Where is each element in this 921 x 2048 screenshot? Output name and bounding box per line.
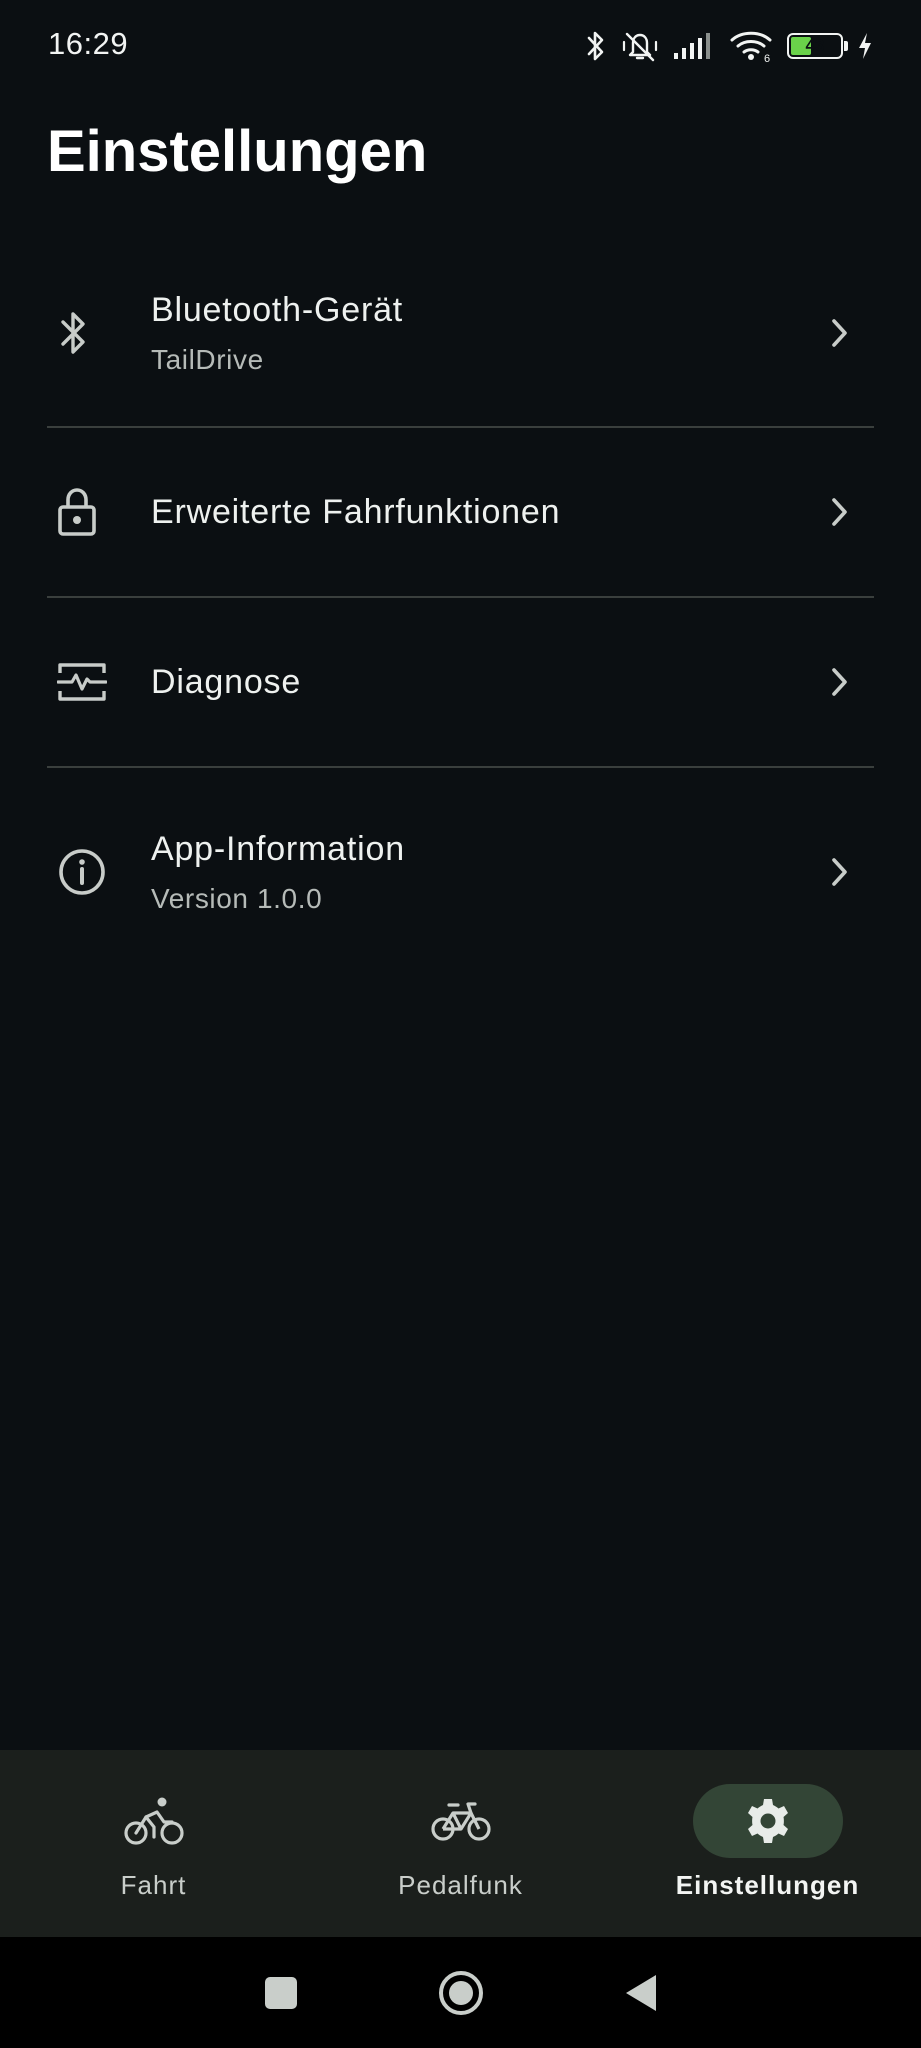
status-time: 16:29 [48,26,129,61]
page-title: Einstellungen [47,119,428,184]
back-triangle-icon [625,1974,656,2011]
wifi-icon: 6 [729,29,773,63]
signal-icon [673,31,715,61]
chevron-right-icon [810,496,870,528]
settings-item-subtitle: TailDrive [151,343,264,375]
home-circle-icon [438,1970,483,2015]
lock-icon [47,487,121,537]
settings-item-title: Bluetooth-Gerät [151,290,404,329]
diagnose-icon [47,661,121,703]
settings-item-title: App-Information [151,829,405,868]
chevron-right-icon [810,317,870,349]
battery-icon: 43 [787,33,848,59]
bluetooth-icon [47,308,121,358]
battery-tip [844,41,848,51]
vibrate-mute-icon [621,30,659,62]
status-icons: 6 43 [585,26,873,66]
settings-item-bluetooth-device[interactable]: Bluetooth-Gerät TailDrive [47,240,874,426]
settings-item-text: Bluetooth-Gerät TailDrive [121,291,810,376]
settings-item-text: Diagnose [121,663,810,702]
settings-item-diagnose[interactable]: Diagnose [47,598,874,766]
square-icon [264,1976,297,2009]
settings-item-subtitle: Version 1.0.0 [151,882,323,914]
settings-item-text: App-Information Version 1.0.0 [121,830,810,915]
status-bar: 16:29 6 43 [0,0,921,90]
bicycle-icon [386,1784,536,1858]
home-button[interactable] [431,1963,491,2023]
nav-label: Pedalfunk [398,1870,523,1900]
settings-list: Bluetooth-Gerät TailDrive Erweiterte Fah… [47,240,874,976]
recent-apps-button[interactable] [251,1963,311,2023]
nav-item-einstellungen[interactable]: Einstellungen [614,1750,921,1937]
settings-item-advanced-ride-functions[interactable]: Erweiterte Fahrfunktionen [47,428,874,596]
settings-item-text: Erweiterte Fahrfunktionen [121,493,810,532]
settings-screen: 16:29 6 43 Einstellungen Bluetooth-Gerät… [0,0,921,2048]
settings-item-title: Erweiterte Fahrfunktionen [151,492,561,531]
charging-icon [857,32,873,60]
system-navigation-bar [0,1937,921,2048]
settings-item-title: Diagnose [151,662,302,701]
chevron-right-icon [810,856,870,888]
nav-item-pedalfunk[interactable]: Pedalfunk [307,1750,614,1937]
battery-level: 43 [805,36,825,55]
bottom-navigation: Fahrt Pedalfunk Einstellungen [0,1750,921,1937]
nav-item-fahrt[interactable]: Fahrt [0,1750,307,1937]
bluetooth-icon [585,29,607,63]
nav-label: Einstellungen [675,1870,860,1900]
settings-item-app-information[interactable]: App-Information Version 1.0.0 [47,768,874,976]
gear-icon [692,1784,843,1858]
nav-label: Fahrt [120,1870,187,1900]
back-button[interactable] [611,1963,671,2023]
chevron-right-icon [810,666,870,698]
cyclist-icon [79,1784,229,1858]
info-icon [47,847,121,897]
wifi-badge: 6 [764,53,770,63]
